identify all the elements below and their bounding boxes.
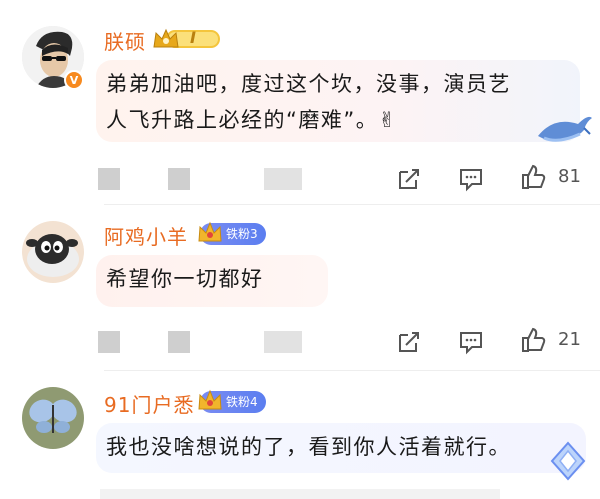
level-badge: I [190,28,196,47]
username[interactable]: 阿鸡小羊 [104,221,188,250]
share-icon[interactable] [396,166,422,192]
crown-icon[interactable] [152,27,222,51]
blurred-placeholder [98,168,120,190]
comment-item: V 朕硕 I 弟弟加油吧，度过这个坎，没事，演员艺 人飞升路上必经的“磨难”。✌… [0,0,600,205]
comment-text: 我也没啥想说的了，看到你人活着就行。 [106,435,511,459]
fan-badge-label: 铁粉3 [226,227,258,241]
blurred-placeholder [98,331,120,353]
diamond-icon [550,441,586,481]
fan-badge[interactable]: 铁粉3 [198,221,266,245]
comment-text: 希望你一切都好 [106,267,264,291]
like-icon[interactable] [520,164,546,190]
fan-badge-label: 铁粉4 [226,395,258,409]
like-count: 21 [558,329,581,350]
comment-text: 人飞升路上必经的“磨难”。✌ [106,108,398,132]
blurred-placeholder [168,168,190,190]
crown-icon [198,221,222,242]
crown-icon [198,389,222,410]
comment-actions: 21 [0,327,600,357]
comment-item: 91门户悉 铁粉4 我也没啥想说的了，看到你人活着就行。 [0,371,600,499]
blurred-placeholder [100,489,500,499]
blurred-placeholder [264,331,302,353]
blurred-placeholder [264,168,302,190]
comment-actions: 81 [0,164,600,194]
share-icon[interactable] [396,329,422,355]
like-icon[interactable] [520,327,546,353]
like-count: 81 [558,166,581,187]
avatar[interactable] [22,387,84,449]
blurred-placeholder [168,331,190,353]
whale-icon [538,116,592,142]
username[interactable]: 91门户悉 [104,389,194,418]
username[interactable]: 朕硕 [104,26,146,55]
comment-icon[interactable] [458,329,484,355]
comment-bubble: 希望你一切都好 [96,255,328,307]
comment-item: 阿鸡小羊 铁粉3 希望你一切都好 21 [0,205,600,371]
comment-bubble: 弟弟加油吧，度过这个坎，没事，演员艺 人飞升路上必经的“磨难”。✌ [96,60,580,142]
verified-icon: V [64,70,84,90]
comment-bubble: 我也没啥想说的了，看到你人活着就行。 [96,423,586,473]
fan-badge[interactable]: 铁粉4 [198,389,266,413]
avatar[interactable] [22,221,84,283]
comment-text: 弟弟加油吧，度过这个坎，没事，演员艺 [106,72,511,96]
comment-icon[interactable] [458,166,484,192]
